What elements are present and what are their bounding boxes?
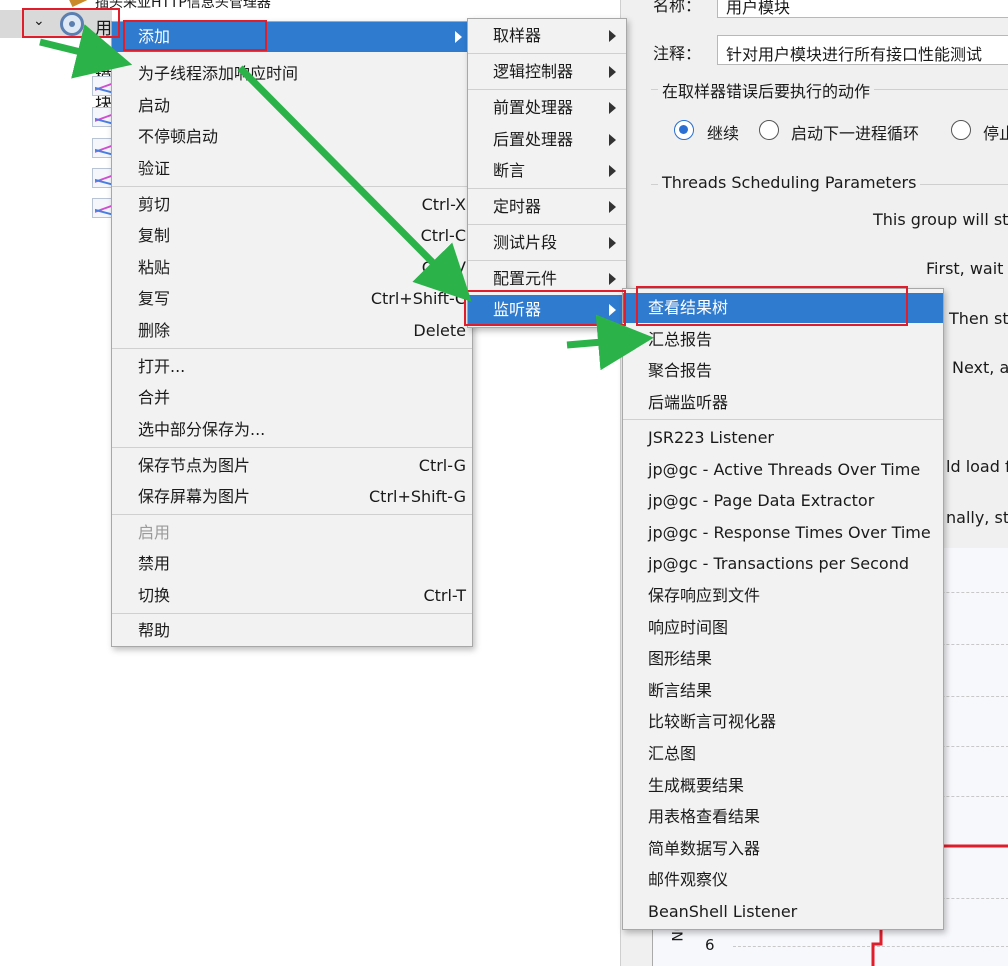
listener-submenu: 查看结果树 汇总报告 聚合报告 后端监听器 JSR223 Listener jp@gc … xyxy=(622,288,944,930)
listener-item[interactable]: 聚合报告 xyxy=(623,356,943,386)
radio-stop[interactable] xyxy=(951,120,971,140)
submenu-item-post-processor[interactable]: 后置处理器 xyxy=(468,125,626,155)
listener-item[interactable]: 图形结果 xyxy=(623,644,943,674)
listener-item[interactable]: 断言结果 xyxy=(623,676,943,706)
comment-input[interactable]: 针对用户模块进行所有接口性能测试 xyxy=(717,35,1008,65)
menu-item-toggle[interactable]: 切换 Ctrl-T xyxy=(112,581,472,611)
green-arrow-3 xyxy=(566,314,654,371)
menu-item-add-response-time[interactable]: 为子线程添加响应时间 xyxy=(112,59,472,89)
comment-label: 注释： xyxy=(653,44,702,63)
menu-item-delete[interactable]: 删除 Delete xyxy=(112,316,472,346)
menu-item-save-node-image[interactable]: 保存节点为图片 Ctrl-G xyxy=(112,451,472,481)
menu-item-enable: 启用 xyxy=(138,523,171,542)
listener-item[interactable]: jp@gc - Transactions per Second xyxy=(623,549,943,579)
annotation-box-listener xyxy=(464,290,626,326)
menu-item-save-selection[interactable]: 选中部分保存为... xyxy=(112,415,472,445)
radio-next-loop[interactable] xyxy=(759,120,779,140)
submenu-item-sampler[interactable]: 取样器 xyxy=(468,21,626,51)
listener-item[interactable]: 汇总图 xyxy=(623,739,943,769)
submenu-arrow-icon xyxy=(609,66,616,78)
schedule-line-3: Then sta xyxy=(949,309,1008,328)
submenu-arrow-icon xyxy=(609,201,616,213)
listener-item[interactable]: 邮件观察仪 xyxy=(623,865,943,895)
submenu-arrow-icon xyxy=(609,165,616,177)
error-action-group-title: 在取样器错误后要执行的动作 xyxy=(658,78,875,102)
radio-continue-label: 继续 xyxy=(707,124,740,143)
listener-item[interactable]: BeanShell Listener xyxy=(623,897,943,927)
menu-item-save-screen-image[interactable]: 保存屏幕为图片 Ctrl+Shift-G xyxy=(112,482,472,512)
listener-item[interactable]: 响应时间图 xyxy=(623,613,943,643)
radio-stop-label: 停止 xyxy=(983,124,1008,143)
annotation-box-tree-item xyxy=(22,8,120,38)
menu-item-copy[interactable]: 复制 Ctrl-C xyxy=(112,221,472,251)
submenu-item-test-fragment[interactable]: 测试片段 xyxy=(468,228,626,258)
schedule-line-1: This group will sta xyxy=(873,210,1008,229)
threads-scheduling-title: Threads Scheduling Parameters xyxy=(658,173,921,192)
submenu-arrow-icon xyxy=(609,273,616,285)
name-input[interactable]: 用户模块 xyxy=(717,0,1008,18)
listener-item[interactable]: JSR223 Listener xyxy=(623,423,943,453)
annotation-box-add xyxy=(123,20,267,51)
submenu-arrow-icon xyxy=(609,102,616,114)
menu-item-disable[interactable]: 禁用 xyxy=(112,549,472,579)
submenu-arrow-icon xyxy=(609,134,616,146)
pencil-icon xyxy=(69,0,87,8)
submenu-item-logic-controller[interactable]: 逻辑控制器 xyxy=(468,57,626,87)
listener-item[interactable]: 汇总报告 xyxy=(623,325,943,355)
menu-item-open[interactable]: 打开... xyxy=(112,352,472,382)
listener-item[interactable]: jp@gc - Page Data Extractor xyxy=(623,486,943,516)
chart-tick: 6 xyxy=(705,936,715,954)
menu-item-start-no-pause[interactable]: 不停顿启动 xyxy=(112,122,472,152)
menu-item-help[interactable]: 帮助 xyxy=(112,616,472,646)
name-label: 名称： xyxy=(653,0,702,15)
schedule-line-4: Next, ac xyxy=(952,358,1008,377)
listener-item[interactable]: jp@gc - Active Threads Over Time xyxy=(623,455,943,485)
listener-item[interactable]: 比较断言可视化器 xyxy=(623,707,943,737)
add-submenu: 取样器 逻辑控制器 前置处理器 后置处理器 断言 定时器 测试片段 配置元件 监… xyxy=(467,18,627,328)
listener-item[interactable]: 简单数据写入器 xyxy=(623,834,943,864)
submenu-item-timer[interactable]: 定时器 xyxy=(468,192,626,222)
submenu-item-pre-processor[interactable]: 前置处理器 xyxy=(468,93,626,123)
menu-item-start[interactable]: 启动 xyxy=(112,91,472,121)
listener-item[interactable]: 保存响应到文件 xyxy=(623,581,943,611)
submenu-arrow-icon xyxy=(455,31,462,43)
radio-continue[interactable] xyxy=(674,120,694,140)
menu-item-merge[interactable]: 合并 xyxy=(112,383,472,413)
listener-item[interactable]: jp@gc - Response Times Over Time xyxy=(623,518,943,548)
listener-item[interactable]: 后端监听器 xyxy=(623,388,943,418)
listener-item[interactable]: 生成概要结果 xyxy=(623,771,943,801)
submenu-arrow-icon xyxy=(609,30,616,42)
context-menu: 添加 为子线程添加响应时间 启动 不停顿启动 验证 剪切 Ctrl-X 复制 Ctr… xyxy=(111,21,473,647)
schedule-line-6: nally, sto xyxy=(946,508,1008,527)
menu-item-validate[interactable]: 验证 xyxy=(112,154,472,184)
submenu-arrow-icon xyxy=(609,237,616,249)
menu-item-paste[interactable]: 粘贴 Ctrl-V xyxy=(112,253,472,283)
listener-item[interactable]: 用表格查看结果 xyxy=(623,802,943,832)
radio-next-loop-label: 启动下一进程循环 xyxy=(791,124,920,143)
menu-item-cut[interactable]: 剪切 Ctrl-X xyxy=(112,190,472,220)
submenu-item-assertion[interactable]: 断言 xyxy=(468,156,626,186)
schedule-line-2: First, wait f xyxy=(926,259,1008,278)
annotation-box-view-results-tree xyxy=(636,286,908,326)
menu-item-duplicate[interactable]: 复写 Ctrl+Shift-C xyxy=(112,284,472,314)
tree-item-header-manager[interactable]: 插头采亚HTTP信息头管理器 xyxy=(95,0,271,12)
schedule-line-5: ld load f xyxy=(946,457,1008,476)
